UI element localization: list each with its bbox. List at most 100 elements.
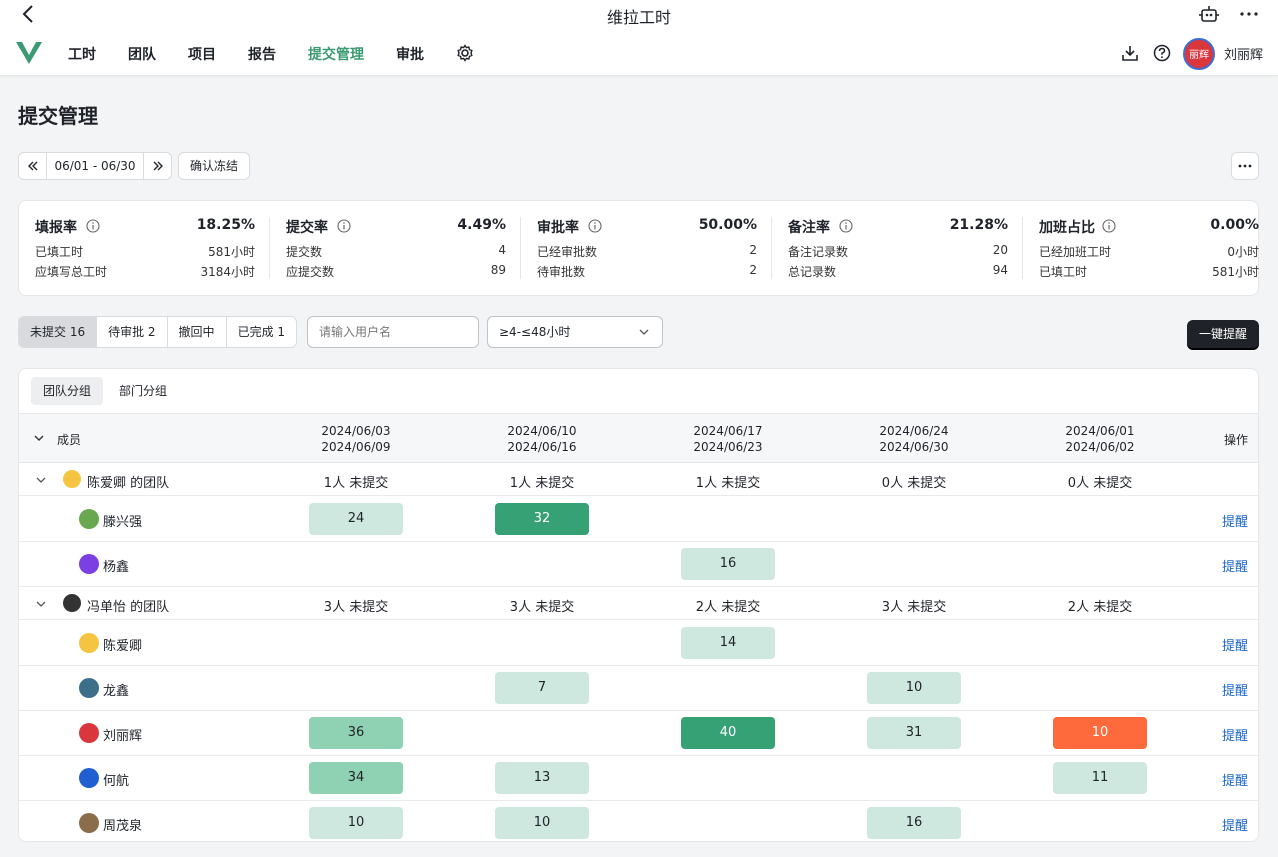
info-icon[interactable] <box>86 219 100 233</box>
info-icon[interactable] <box>337 219 351 233</box>
member-name: 陈爱卿 <box>103 639 143 654</box>
hours-cell[interactable]: 16 <box>681 548 775 580</box>
next-period-button[interactable] <box>143 153 171 179</box>
remind-link[interactable]: 提醒 <box>1222 770 1248 789</box>
stat-percent: 18.25% <box>196 217 255 233</box>
member-name: 刘丽辉 <box>103 729 143 744</box>
nav-item-team[interactable]: 团队 <box>128 44 156 64</box>
hours-cell[interactable]: 16 <box>867 807 961 839</box>
member-name: 何航 <box>103 774 130 789</box>
table-header: 成员 2024/06/03 2024/06/09 2024/06/10 2024/0… <box>19 413 1258 463</box>
robot-icon[interactable] <box>1198 3 1220 25</box>
grouping-tabs: 团队分组 部门分组 <box>31 377 183 405</box>
hours-cell[interactable]: 24 <box>309 503 403 535</box>
member-row: 陈爱卿 14 提醒 <box>19 621 1258 666</box>
stat-value: 4 <box>498 243 506 257</box>
hours-cell[interactable]: 40 <box>681 717 775 749</box>
tab-withdrawing[interactable]: 撤回中 <box>168 317 227 347</box>
member-name: 滕兴强 <box>103 515 143 530</box>
gear-icon[interactable] <box>456 44 474 62</box>
stat-value: 94 <box>992 263 1008 277</box>
stat-label: 总记录数 <box>788 265 837 279</box>
unsubmitted-count: 1人 未提交 <box>323 476 389 491</box>
hours-cell[interactable]: 10 <box>495 807 589 839</box>
double-chevron-left-icon <box>27 161 37 171</box>
app-logo-icon[interactable] <box>14 38 44 66</box>
hours-cell[interactable]: 7 <box>495 672 589 704</box>
hours-cell[interactable]: 10 <box>309 807 403 839</box>
tab-not-submitted[interactable]: 未提交 16 <box>19 317 98 347</box>
hours-cell[interactable]: 13 <box>495 762 589 794</box>
nav-bar: 工时 团队 项目 报告 提交管理 审批 丽辉 刘丽辉 <box>0 30 1278 76</box>
hours-cell[interactable]: 31 <box>867 717 961 749</box>
member-avatar <box>79 723 99 743</box>
week-end: 2024/06/09 <box>321 440 391 454</box>
remind-link[interactable]: 提醒 <box>1222 815 1248 834</box>
tab-group-by-department[interactable]: 部门分组 <box>107 377 179 405</box>
nav-item-approval[interactable]: 审批 <box>396 44 424 64</box>
stat-label: 已经审批数 <box>537 245 598 259</box>
nav-item-projects[interactable]: 项目 <box>188 44 216 64</box>
remind-link[interactable]: 提醒 <box>1222 635 1248 654</box>
download-icon[interactable] <box>1121 44 1139 62</box>
double-chevron-right-icon <box>153 161 163 171</box>
user-name[interactable]: 刘丽辉 <box>1224 44 1263 63</box>
stat-value: 2 <box>749 263 757 277</box>
user-avatar[interactable]: 丽辉 <box>1183 38 1215 70</box>
page-more-button[interactable] <box>1231 152 1259 180</box>
help-icon[interactable] <box>1153 44 1171 62</box>
prev-period-button[interactable] <box>19 153 47 179</box>
more-menu-icon[interactable] <box>1238 3 1260 25</box>
team-avatar <box>63 470 81 488</box>
chevron-down-icon[interactable] <box>35 598 47 610</box>
member-avatar <box>79 509 99 529</box>
remind-link[interactable]: 提醒 <box>1222 725 1248 744</box>
date-range-text[interactable]: 06/01 - 06/30 <box>47 153 143 179</box>
hours-cell[interactable]: 10 <box>867 672 961 704</box>
team-group-row[interactable]: 冯单怡 的团队 3人 未提交 3人 未提交 2人 未提交 3人 未提交 2人 未提交 <box>19 587 1258 620</box>
stat-value: 2 <box>749 243 757 257</box>
hours-cell[interactable]: 10 <box>1053 717 1147 749</box>
stat-label: 提交数 <box>286 245 323 259</box>
confirm-freeze-button[interactable]: 确认冻结 <box>178 152 250 180</box>
member-name: 龙鑫 <box>103 684 130 699</box>
remind-link[interactable]: 提醒 <box>1222 680 1248 699</box>
stat-label: 已经加班工时 <box>1039 245 1112 259</box>
stat-title: 审批率 <box>537 220 579 236</box>
hours-cell[interactable]: 36 <box>309 717 403 749</box>
remind-link[interactable]: 提醒 <box>1222 556 1248 575</box>
unsubmitted-count: 3人 未提交 <box>881 600 947 615</box>
tab-group-by-team[interactable]: 团队分组 <box>31 377 104 405</box>
chevron-down-icon[interactable] <box>35 474 47 486</box>
remind-all-button[interactable]: 一键提醒 <box>1187 320 1259 348</box>
stat-submit-rate: 提交率 4.49% 提交数 4 应提交数 89 <box>286 217 506 281</box>
page-title: 提交管理 <box>18 104 98 128</box>
member-avatar <box>79 813 99 833</box>
team-group-row[interactable]: 陈爱卿 的团队 1人 未提交 1人 未提交 1人 未提交 0人 未提交 0人 未提交 <box>19 463 1258 496</box>
team-name: 陈爱卿 的团队 <box>87 476 170 491</box>
tab-completed[interactable]: 已完成 1 <box>227 317 296 347</box>
hours-filter-select[interactable]: ≥4-≤48小时 <box>487 316 663 348</box>
member-row: 周茂泉 10 10 16 提醒 <box>19 801 1258 841</box>
stat-note-rate: 备注率 21.28% 备注记录数 20 总记录数 94 <box>788 217 1008 281</box>
nav-item-hours[interactable]: 工时 <box>68 44 96 64</box>
nav-item-submission[interactable]: 提交管理 <box>308 44 364 64</box>
nav-item-reports[interactable]: 报告 <box>248 44 276 64</box>
hours-cell[interactable]: 32 <box>495 503 589 535</box>
username-search-input[interactable] <box>307 316 479 348</box>
info-icon[interactable] <box>839 219 853 233</box>
unsubmitted-count: 0人 未提交 <box>881 476 947 491</box>
week-column-header: 2024/06/17 2024/06/23 <box>668 423 788 455</box>
remind-link[interactable]: 提醒 <box>1222 511 1248 530</box>
member-name: 杨鑫 <box>103 560 130 575</box>
member-row: 刘丽辉 36 40 31 10 提醒 <box>19 711 1258 756</box>
week-column-header: 2024/06/03 2024/06/09 <box>296 423 416 455</box>
hours-cell[interactable]: 34 <box>309 762 403 794</box>
hours-cell[interactable]: 11 <box>1053 762 1147 794</box>
tab-pending-approval[interactable]: 待审批 2 <box>97 317 168 347</box>
stat-label: 备注记录数 <box>788 245 849 259</box>
info-icon[interactable] <box>588 219 602 233</box>
collapse-all-chevron-icon[interactable] <box>33 432 45 444</box>
info-icon[interactable] <box>1102 219 1116 233</box>
hours-cell[interactable]: 14 <box>681 627 775 659</box>
